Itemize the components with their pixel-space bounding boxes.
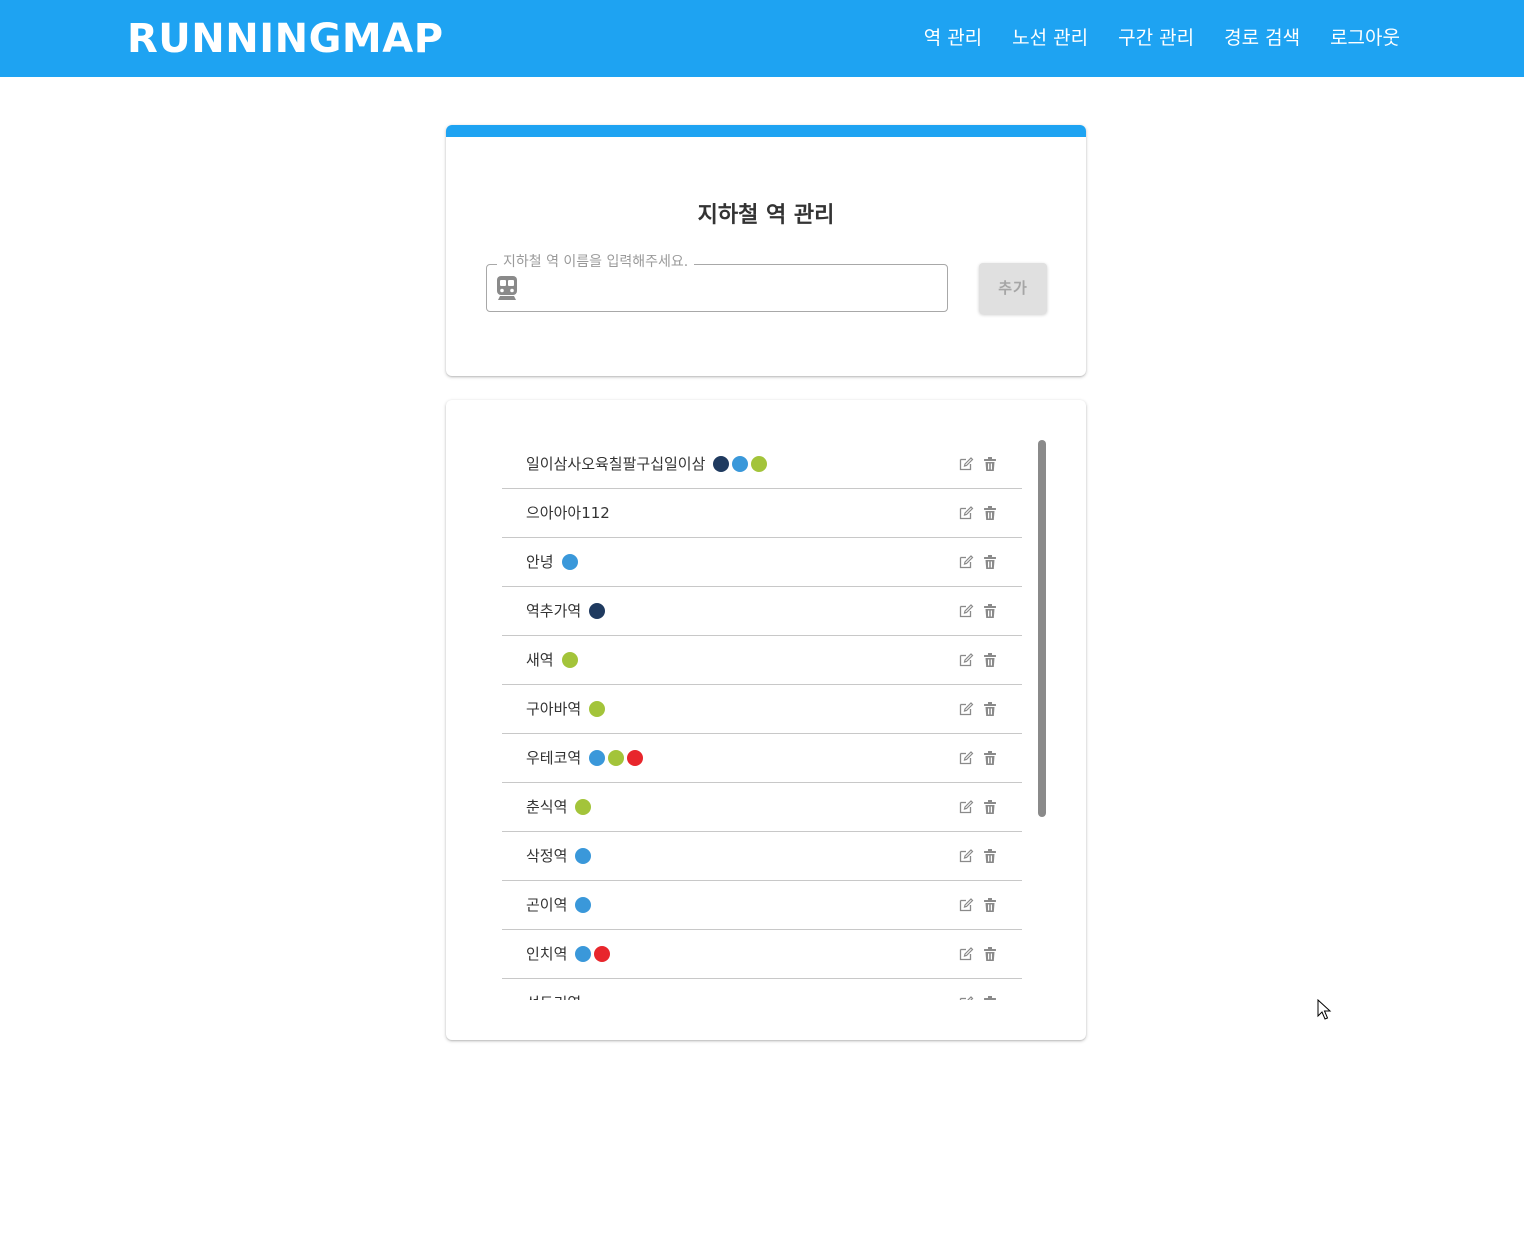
- station-row: 으아아아112: [502, 489, 1022, 538]
- trash-icon[interactable]: [982, 652, 998, 668]
- trash-icon[interactable]: [982, 799, 998, 815]
- trash-icon[interactable]: [982, 701, 998, 717]
- brand-logo[interactable]: RUNNINGMAP: [127, 14, 444, 64]
- edit-icon[interactable]: [958, 897, 974, 913]
- trash-icon[interactable]: [982, 456, 998, 472]
- line-color-dot: [575, 897, 591, 913]
- station-row: 일이삼사오육칠팔구십일이삼: [502, 440, 1022, 489]
- station-name: 새역: [526, 651, 554, 669]
- edit-icon[interactable]: [958, 701, 974, 717]
- edit-icon[interactable]: [958, 946, 974, 962]
- line-color-dots: [589, 603, 605, 619]
- station-name: 으아아아112: [526, 504, 610, 522]
- station-row: 선두리역: [502, 979, 1022, 1000]
- station-row: 우테코역: [502, 734, 1022, 783]
- trash-icon[interactable]: [982, 946, 998, 962]
- station-list[interactable]: 일이삼사오육칠팔구십일이삼으아아아112 안녕역추가역새역구아바역우테코역춘식역삭…: [502, 440, 1022, 1000]
- line-color-dot: [562, 652, 578, 668]
- trash-icon[interactable]: [982, 505, 998, 521]
- line-color-dots: [589, 701, 605, 717]
- edit-icon[interactable]: [958, 652, 974, 668]
- station-name-field[interactable]: 지하철 역 이름을 입력해주세요.: [486, 252, 948, 312]
- trash-icon[interactable]: [982, 848, 998, 864]
- main-nav: 역 관리 노선 관리 구간 관리 경로 검색 로그아웃: [920, 22, 1404, 54]
- edit-icon[interactable]: [958, 505, 974, 521]
- scrollbar-thumb[interactable]: [1038, 440, 1046, 817]
- station-name: 선두리역: [526, 979, 581, 1000]
- station-row: 삭정역: [502, 832, 1022, 881]
- trash-icon[interactable]: [982, 603, 998, 619]
- edit-icon[interactable]: [958, 848, 974, 864]
- card-accent-bar: [446, 125, 1086, 137]
- station-name-label: 지하철 역 이름을 입력해주세요.: [497, 252, 695, 272]
- line-color-dot: [575, 799, 591, 815]
- line-color-dot: [594, 946, 610, 962]
- edit-icon[interactable]: [958, 750, 974, 766]
- edit-icon[interactable]: [958, 995, 974, 1000]
- station-name: 춘식역: [526, 798, 568, 816]
- nav-path-search[interactable]: 경로 검색: [1220, 22, 1304, 54]
- page-title: 지하철 역 관리: [697, 203, 835, 228]
- station-row: 새역: [502, 636, 1022, 685]
- line-color-dots: [575, 946, 610, 962]
- station-row: 구아바역: [502, 685, 1022, 734]
- line-color-dot: [627, 750, 643, 766]
- line-color-dots: [575, 848, 591, 864]
- station-form-card: 지하철 역 관리 지하철 역 이름을 입력해주세요. 추가: [446, 125, 1086, 376]
- add-station-button[interactable]: 추가: [979, 263, 1047, 314]
- nav-station[interactable]: 역 관리: [920, 22, 986, 54]
- station-row: 춘식역: [502, 783, 1022, 832]
- line-color-dot: [608, 750, 624, 766]
- line-color-dot: [751, 456, 767, 472]
- mouse-cursor-icon: [1317, 999, 1332, 1020]
- station-name: 곤이역: [526, 896, 568, 914]
- line-color-dot: [575, 946, 591, 962]
- line-color-dots: [575, 799, 591, 815]
- nav-section[interactable]: 구간 관리: [1114, 22, 1198, 54]
- nav-logout[interactable]: 로그아웃: [1326, 22, 1404, 54]
- subway-icon: [497, 276, 517, 300]
- line-color-dot: [589, 603, 605, 619]
- line-color-dots: [713, 456, 767, 472]
- edit-icon[interactable]: [958, 554, 974, 570]
- station-row: 안녕: [502, 538, 1022, 587]
- trash-icon[interactable]: [982, 750, 998, 766]
- edit-icon[interactable]: [958, 799, 974, 815]
- edit-icon[interactable]: [958, 603, 974, 619]
- station-row: 인치역: [502, 930, 1022, 979]
- station-name: 인치역: [526, 945, 568, 963]
- station-name: 구아바역: [526, 700, 582, 718]
- line-color-dot: [713, 456, 729, 472]
- line-color-dot: [589, 701, 605, 717]
- station-name: 역추가역: [526, 602, 582, 620]
- station-row: 역추가역: [502, 587, 1022, 636]
- trash-icon[interactable]: [982, 897, 998, 913]
- station-name: 안녕: [526, 553, 554, 571]
- station-name-input[interactable]: [527, 275, 937, 303]
- station-list-card: 일이삼사오육칠팔구십일이삼으아아아112 안녕역추가역새역구아바역우테코역춘식역삭…: [446, 400, 1086, 1040]
- line-color-dot: [562, 554, 578, 570]
- edit-icon[interactable]: [958, 456, 974, 472]
- line-color-dot: [732, 456, 748, 472]
- trash-icon[interactable]: [982, 554, 998, 570]
- line-color-dots: [589, 750, 643, 766]
- line-color-dots: [575, 897, 591, 913]
- line-color-dot: [575, 848, 591, 864]
- top-app-bar: RUNNINGMAP 역 관리 노선 관리 구간 관리 경로 검색 로그아웃: [0, 0, 1524, 77]
- nav-line[interactable]: 노선 관리: [1008, 22, 1092, 54]
- station-name: 삭정역: [526, 847, 568, 865]
- station-row: 곤이역: [502, 881, 1022, 930]
- line-color-dot: [589, 750, 605, 766]
- station-name: 우테코역: [526, 749, 582, 767]
- trash-icon[interactable]: [982, 995, 998, 1000]
- line-color-dots: [562, 554, 578, 570]
- line-color-dots: [562, 652, 578, 668]
- station-name: 일이삼사오육칠팔구십일이삼: [526, 455, 706, 473]
